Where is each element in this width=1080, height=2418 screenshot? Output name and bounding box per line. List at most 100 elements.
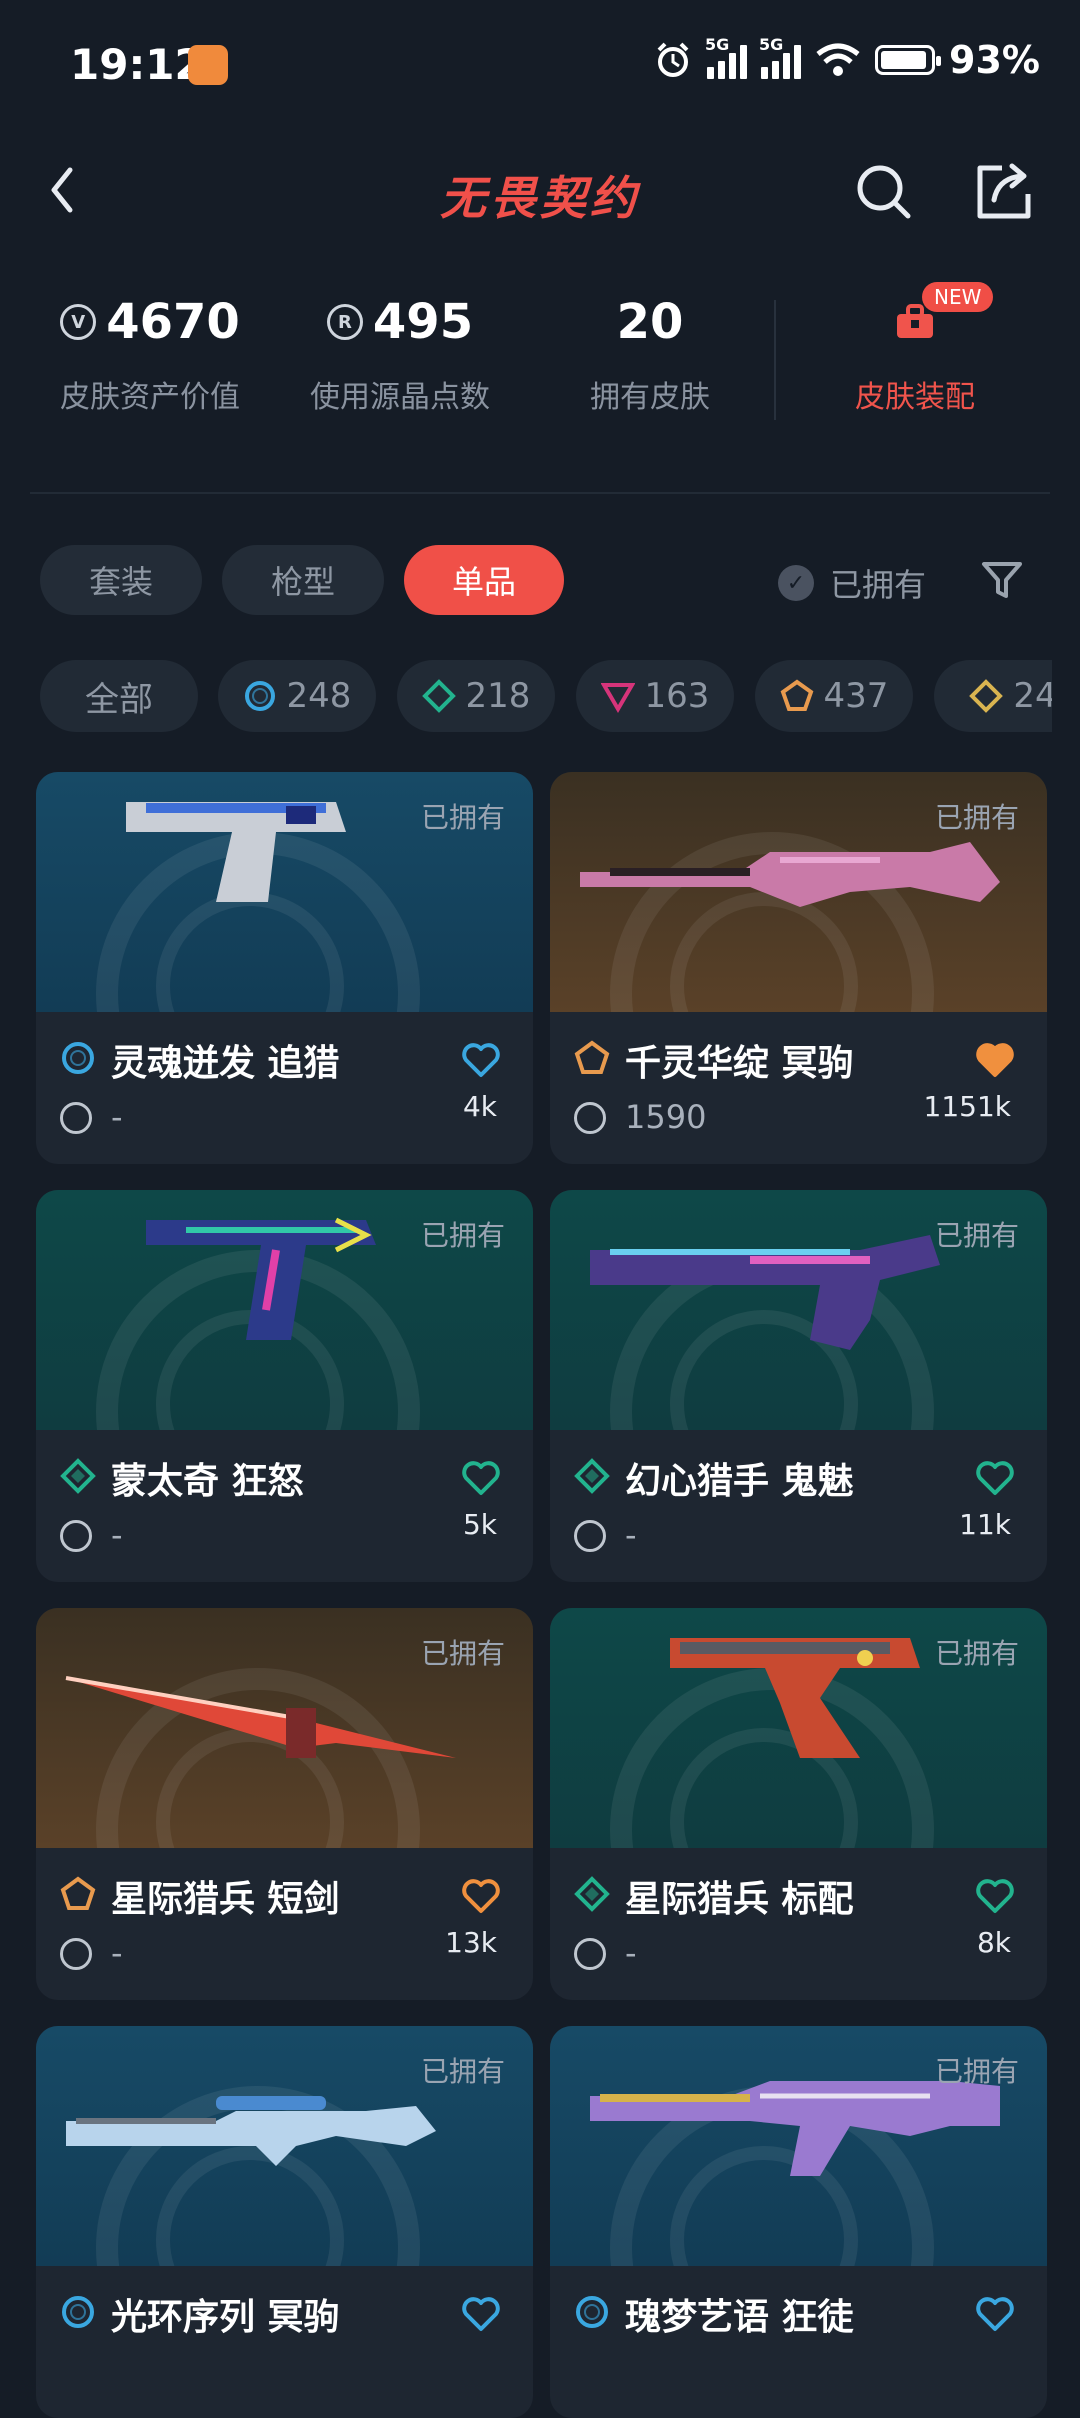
battery-percent: 93% bbox=[949, 38, 1040, 82]
skin-name: 瑰梦艺语 狂徒 bbox=[625, 2297, 854, 2338]
heart-icon[interactable] bbox=[975, 1460, 1015, 1496]
exclusive-tier-icon bbox=[780, 679, 813, 711]
stat-label: 拥有皮肤 bbox=[590, 380, 710, 415]
exclusive-tier-icon bbox=[574, 1040, 610, 1074]
like-count: 11k bbox=[959, 1508, 1011, 1541]
valor-coin-icon bbox=[574, 1938, 606, 1970]
owned-label: 已拥有 bbox=[934, 1219, 1019, 1252]
skin-info: 星际猎兵 短剑 - 13k bbox=[36, 1848, 533, 2000]
skin-art: 已拥有 bbox=[550, 1608, 1047, 1848]
heart-icon[interactable] bbox=[461, 1460, 501, 1496]
chip-deluxe-tier[interactable]: 218 bbox=[397, 660, 555, 732]
tab-single-item[interactable]: 单品 bbox=[404, 545, 564, 615]
skin-art: 已拥有 bbox=[36, 1608, 533, 1848]
stat-value: 4670 bbox=[106, 294, 240, 350]
heart-icon[interactable] bbox=[461, 1878, 501, 1914]
status-time: 19:12 bbox=[70, 40, 204, 89]
filter-icon[interactable] bbox=[980, 558, 1024, 602]
valor-coin-icon bbox=[574, 1102, 606, 1134]
heart-icon[interactable] bbox=[975, 2296, 1015, 2332]
deluxe-tier-icon bbox=[421, 679, 456, 713]
owned-label: 已拥有 bbox=[934, 2055, 1019, 2088]
skin-card[interactable]: 已拥有 幻心猎手 鬼魅 - 11k bbox=[550, 1190, 1047, 1582]
stat-label: 使用源晶点数 bbox=[310, 380, 490, 415]
tab-suit[interactable]: 套装 bbox=[40, 545, 202, 615]
skin-info: 灵魂迸发 追猎 - 4k bbox=[36, 1012, 533, 1164]
skin-card[interactable]: 已拥有 瑰梦艺语 狂徒 bbox=[550, 2026, 1047, 2418]
chip-label: 163 bbox=[644, 676, 710, 716]
like-count: 4k bbox=[462, 1090, 497, 1123]
deluxe-tier-icon bbox=[574, 1458, 610, 1494]
owned-label: 已拥有 bbox=[420, 801, 505, 834]
skin-info: 光环序列 冥驹 bbox=[36, 2266, 533, 2418]
chip-ultra-tier[interactable]: 24 bbox=[934, 660, 1052, 732]
network-type-label: 5G bbox=[705, 35, 730, 54]
stat-owned-skins: 20 拥有皮肤 bbox=[540, 290, 760, 416]
skin-card[interactable]: 已拥有 蒙太奇 狂怒 - 5k bbox=[36, 1190, 533, 1582]
share-icon[interactable] bbox=[972, 160, 1036, 224]
heart-icon[interactable] bbox=[461, 1042, 501, 1078]
chip-exclusive-tier[interactable]: 437 bbox=[755, 660, 913, 732]
like-count: 1151k bbox=[923, 1090, 1011, 1123]
owned-label: 已拥有 bbox=[420, 1219, 505, 1252]
rarity-filter-row: 全部 248 218 163 437 24 bbox=[0, 660, 1052, 734]
divider bbox=[774, 300, 776, 420]
chip-label: 24 bbox=[1013, 676, 1052, 716]
chip-label: 437 bbox=[823, 676, 889, 716]
skin-art: 已拥有 bbox=[550, 772, 1047, 1012]
new-badge: NEW bbox=[922, 282, 994, 312]
skin-info: 千灵华绽 冥驹 1590 1151k bbox=[550, 1012, 1047, 1164]
skin-art: 已拥有 bbox=[36, 772, 533, 1012]
skin-card[interactable]: 已拥有 星际猎兵 短剑 - 13k bbox=[36, 1608, 533, 2000]
valor-coin-icon bbox=[60, 1520, 92, 1552]
stat-radianite: R 495 使用源晶点数 bbox=[290, 290, 510, 416]
owned-label: 已拥有 bbox=[934, 801, 1019, 834]
chip-label: 248 bbox=[286, 676, 352, 716]
battery-icon bbox=[875, 45, 942, 75]
network-type-label: 5G bbox=[759, 35, 784, 54]
premium-tier-icon bbox=[600, 683, 635, 713]
select-tier-icon bbox=[576, 2296, 608, 2328]
skin-name: 幻心猎手 鬼魅 bbox=[625, 1461, 854, 1502]
skin-card[interactable]: 已拥有 千灵华绽 冥驹 1590 1151k bbox=[550, 772, 1047, 1164]
owned-label: 已拥有 bbox=[934, 1637, 1019, 1670]
like-count: 5k bbox=[462, 1508, 497, 1541]
skin-card[interactable]: 已拥有 光环序列 冥驹 bbox=[36, 2026, 533, 2418]
search-icon[interactable] bbox=[852, 160, 916, 224]
skin-name: 星际猎兵 短剑 bbox=[111, 1879, 340, 1920]
heart-icon[interactable] bbox=[975, 1042, 1015, 1078]
skin-equip-label: 皮肤装配 bbox=[855, 380, 975, 415]
app-notification-icon bbox=[188, 45, 228, 85]
stat-value: 495 bbox=[372, 294, 474, 350]
chip-label: 全部 bbox=[85, 679, 153, 720]
exclusive-tier-icon bbox=[60, 1876, 96, 1910]
select-tier-icon bbox=[62, 2296, 94, 2328]
skin-art: 已拥有 bbox=[36, 2026, 533, 2266]
app-logo: 无畏契约 bbox=[440, 171, 640, 225]
skin-info: 瑰梦艺语 狂徒 bbox=[550, 2266, 1047, 2418]
alarm-icon bbox=[657, 42, 689, 77]
radianite-icon: R bbox=[326, 304, 363, 340]
valor-coin-icon bbox=[574, 1520, 606, 1552]
skin-card[interactable]: 已拥有 灵魂迸发 追猎 - 4k bbox=[36, 772, 533, 1164]
heart-icon[interactable] bbox=[975, 1878, 1015, 1914]
skin-price: - bbox=[111, 1516, 123, 1554]
skin-name: 灵魂迸发 追猎 bbox=[111, 1043, 340, 1084]
owned-filter-label: 已拥有 bbox=[830, 566, 927, 604]
skin-art: 已拥有 bbox=[550, 2026, 1047, 2266]
chip-all[interactable]: 全部 bbox=[40, 660, 198, 732]
ultra-tier-icon bbox=[969, 679, 1004, 713]
skin-equip-button[interactable]: NEW 皮肤装配 bbox=[800, 282, 1030, 416]
chip-select-tier[interactable]: 248 bbox=[218, 660, 376, 732]
skin-card[interactable]: 已拥有 星际猎兵 标配 - 8k bbox=[550, 1608, 1047, 2000]
tab-weapon-type[interactable]: 枪型 bbox=[222, 545, 384, 615]
skin-price: - bbox=[111, 1934, 123, 1972]
like-count: 13k bbox=[445, 1926, 497, 1959]
skin-price: 1590 bbox=[625, 1098, 707, 1136]
wifi-icon bbox=[816, 43, 860, 76]
skin-name: 星际猎兵 标配 bbox=[625, 1879, 854, 1920]
cell-signal-2-icon: 5G bbox=[759, 35, 802, 79]
owned-filter-toggle[interactable]: ✓ 已拥有 bbox=[778, 560, 926, 606]
chip-premium-tier[interactable]: 163 bbox=[576, 660, 734, 732]
heart-icon[interactable] bbox=[461, 2296, 501, 2332]
